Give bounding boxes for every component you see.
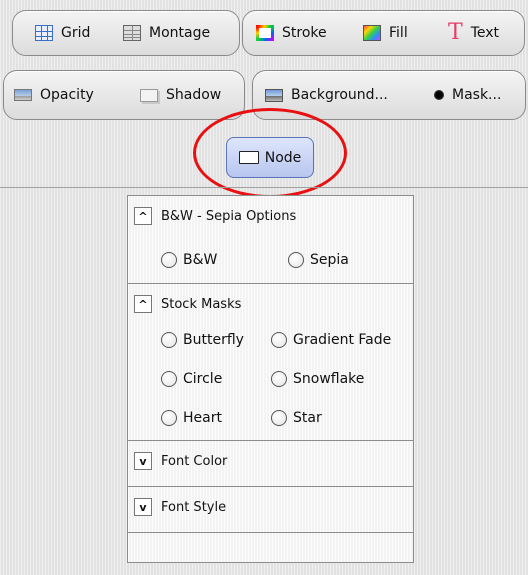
- stroke-button-label: Stroke: [282, 25, 327, 41]
- heart-radio[interactable]: Heart: [161, 410, 222, 426]
- collapse-up-icon[interactable]: ^: [134, 207, 152, 225]
- shadow-button[interactable]: Shadow: [140, 80, 221, 110]
- mask-button[interactable]: Mask...: [434, 80, 501, 110]
- circle-radio[interactable]: Circle: [161, 371, 222, 387]
- star-radio-label: Star: [293, 410, 322, 426]
- grid-button-label: Grid: [61, 25, 91, 41]
- options-panel: ^ B&W - Sepia Options B&W Sepia ^ Stock …: [127, 195, 414, 563]
- radio-icon: [161, 332, 177, 348]
- text-button-label: Text: [470, 25, 500, 41]
- circle-radio-label: Circle: [183, 371, 223, 387]
- radio-icon: [161, 410, 177, 426]
- text-button[interactable]: T Text: [448, 18, 499, 48]
- grid-icon: [35, 25, 53, 41]
- layer-tools-group: Background... Mask...: [252, 70, 526, 120]
- radio-icon: [271, 332, 287, 348]
- sepia-radio-label: Sepia: [310, 252, 349, 268]
- collapse-up-icon[interactable]: ^: [134, 295, 152, 313]
- fill-button-label: Fill: [389, 25, 408, 41]
- font-color-section: v Font Color: [128, 441, 413, 487]
- gradient-fade-radio[interactable]: Gradient Fade: [271, 332, 391, 348]
- stroke-icon: [256, 25, 274, 41]
- snowflake-radio[interactable]: Snowflake: [271, 371, 364, 387]
- stock-masks-title: Stock Masks: [161, 296, 242, 312]
- star-radio[interactable]: Star: [271, 410, 322, 426]
- background-icon: [265, 88, 283, 102]
- opacity-icon: [14, 89, 32, 101]
- toolbar-divider: [0, 187, 528, 188]
- shadow-icon: [140, 88, 158, 102]
- expand-down-icon[interactable]: v: [134, 498, 152, 516]
- style-tools-group: Stroke Fill T Text: [242, 10, 525, 56]
- bw-sepia-header[interactable]: ^ B&W - Sepia Options: [134, 207, 296, 225]
- montage-button[interactable]: Montage: [123, 18, 210, 48]
- bw-sepia-section: ^ B&W - Sepia Options B&W Sepia: [128, 196, 413, 284]
- snowflake-radio-label: Snowflake: [293, 371, 365, 387]
- node-icon: [238, 151, 259, 164]
- montage-icon: [123, 25, 141, 41]
- grid-button[interactable]: Grid: [35, 18, 90, 48]
- background-button-label: Background...: [291, 87, 388, 103]
- node-button[interactable]: Node: [226, 137, 314, 178]
- text-icon: T: [448, 20, 463, 45]
- radio-icon: [161, 371, 177, 387]
- font-color-header[interactable]: v Font Color: [134, 452, 227, 470]
- expand-down-icon[interactable]: v: [134, 452, 152, 470]
- heart-radio-label: Heart: [183, 410, 222, 426]
- fill-icon: [363, 25, 381, 41]
- bw-radio-label: B&W: [183, 252, 218, 268]
- radio-icon: [288, 252, 304, 268]
- mask-icon: [434, 90, 444, 100]
- radio-icon: [161, 252, 177, 268]
- sepia-radio[interactable]: Sepia: [288, 252, 349, 268]
- radio-icon: [271, 371, 287, 387]
- butterfly-radio[interactable]: Butterfly: [161, 332, 244, 348]
- bw-radio[interactable]: B&W: [161, 252, 217, 268]
- stock-masks-section: ^ Stock Masks Butterfly Gradient Fade Ci…: [128, 284, 413, 441]
- opacity-button-label: Opacity: [40, 87, 94, 103]
- radio-icon: [271, 410, 287, 426]
- montage-button-label: Montage: [149, 25, 211, 41]
- node-button-label: Node: [264, 149, 302, 166]
- font-style-header[interactable]: v Font Style: [134, 498, 226, 516]
- stroke-button[interactable]: Stroke: [256, 18, 327, 48]
- opacity-button[interactable]: Opacity: [14, 80, 94, 110]
- font-style-section: v Font Style: [128, 487, 413, 533]
- shadow-button-label: Shadow: [166, 87, 222, 103]
- mask-button-label: Mask...: [452, 87, 502, 103]
- butterfly-radio-label: Butterfly: [183, 332, 244, 348]
- background-button[interactable]: Background...: [265, 80, 388, 110]
- effects-tools-group: Opacity Shadow: [3, 70, 245, 120]
- font-style-title: Font Style: [161, 499, 227, 515]
- bw-sepia-title: B&W - Sepia Options: [161, 208, 297, 224]
- fill-button[interactable]: Fill: [363, 18, 408, 48]
- stock-masks-header[interactable]: ^ Stock Masks: [134, 295, 241, 313]
- gradient-fade-radio-label: Gradient Fade: [293, 332, 392, 348]
- view-tools-group: Grid Montage: [12, 10, 240, 56]
- font-color-title: Font Color: [161, 453, 228, 469]
